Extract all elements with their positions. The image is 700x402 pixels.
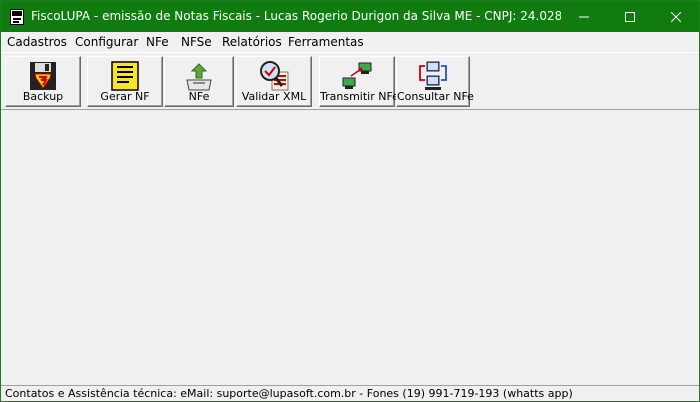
minimize-button[interactable] xyxy=(561,1,607,32)
nfe-icon xyxy=(183,60,215,92)
menu-cadastros[interactable]: Cadastros xyxy=(7,35,67,49)
minimize-icon xyxy=(579,16,589,17)
nfe-button[interactable]: NFe xyxy=(164,56,234,107)
validar-xml-label: Validar XML xyxy=(241,90,307,103)
transmitir-nfe-label: Transmitir NFe xyxy=(320,90,399,103)
query-icon xyxy=(417,60,449,92)
transmitir-nfe-button[interactable]: Transmitir NFe xyxy=(319,56,399,107)
backup-label: Backup xyxy=(22,90,64,103)
menu-bar: Cadastros Configurar NFe NFSe Relatórios… xyxy=(1,32,699,52)
nfe-label: NFe xyxy=(188,90,210,103)
backup-button[interactable]: Backup xyxy=(5,56,81,107)
main-workspace xyxy=(1,111,699,384)
maximize-button[interactable] xyxy=(607,1,653,32)
toolbar: Backup Gerar NF NFe Validar XML Transmit… xyxy=(1,52,699,110)
title-bar[interactable]: FiscoLUPA - emissão de Notas Fiscais - L… xyxy=(1,1,699,32)
status-contact-text: Contatos e Assistência técnica: eMail: s… xyxy=(5,387,573,400)
status-bar: Contatos e Assistência técnica: eMail: s… xyxy=(1,385,699,401)
consultar-nfe-label: Consultar NFe xyxy=(397,90,474,103)
app-icon[interactable] xyxy=(10,9,24,25)
gerar-nf-label: Gerar NF xyxy=(100,90,150,103)
consultar-nfe-button[interactable]: Consultar NFe xyxy=(396,56,474,107)
menu-nfe[interactable]: NFe xyxy=(146,35,169,49)
app-window: FiscoLUPA - emissão de Notas Fiscais - L… xyxy=(0,0,700,402)
transmit-icon xyxy=(341,60,373,92)
maximize-icon xyxy=(625,11,635,22)
gerar-nf-button[interactable]: Gerar NF xyxy=(87,56,163,107)
menu-ferramentas[interactable]: Ferramentas xyxy=(288,35,364,49)
magnifier-icon xyxy=(258,60,290,92)
validar-xml-button[interactable]: Validar XML xyxy=(236,56,312,107)
close-button[interactable] xyxy=(653,1,699,32)
window-title: FiscoLUPA - emissão de Notas Fiscais - L… xyxy=(31,9,561,23)
menu-relatorios[interactable]: Relatórios xyxy=(222,35,282,49)
menu-configurar[interactable]: Configurar xyxy=(75,35,138,49)
document-icon xyxy=(109,60,141,92)
backup-icon xyxy=(27,60,59,92)
menu-nfse[interactable]: NFSe xyxy=(181,35,212,49)
close-icon xyxy=(671,11,681,22)
